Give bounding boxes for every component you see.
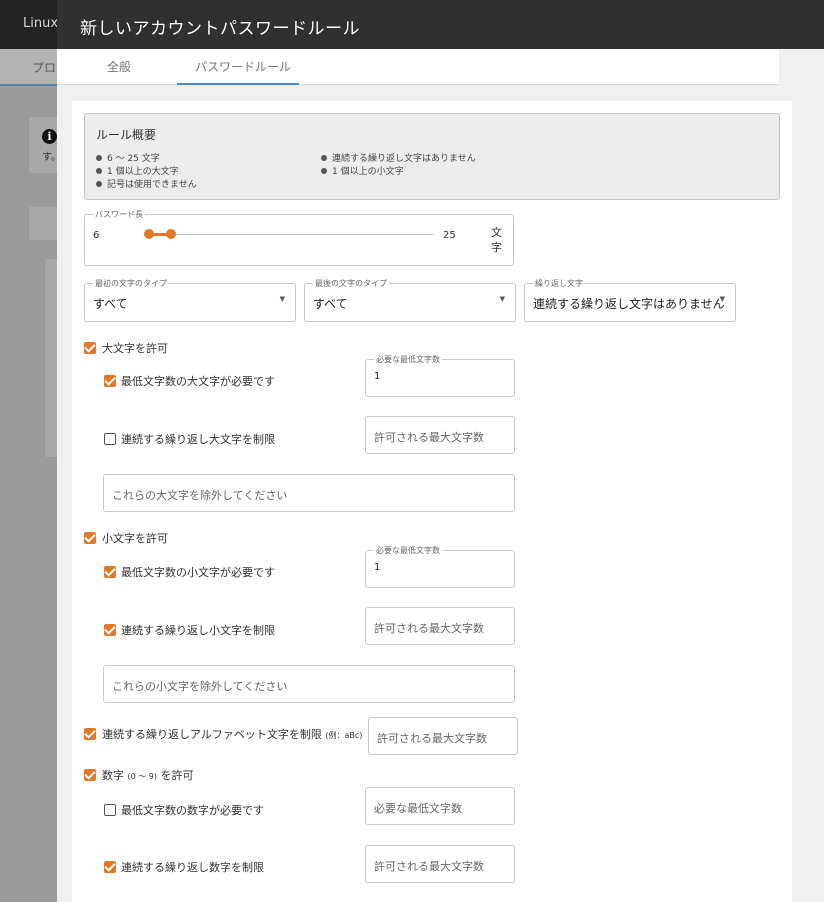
password-length-legend: パスワード長: [93, 209, 145, 220]
min-lowercase-legend: 必要な最低文字数: [374, 545, 442, 556]
chevron-down-icon: ▼: [499, 295, 505, 303]
limit-repeat-uppercase-label: 連続する繰り返し大文字を制限: [121, 433, 275, 446]
summary-item: 1 個以上の大文字: [96, 164, 179, 177]
exclude-lowercase-placeholder: これらの小文字を除外してください: [112, 680, 288, 693]
first-char-type-select[interactable]: 最初の文字のタイプ すべて ▼: [84, 278, 296, 322]
allow-digits-text: 数字: [102, 769, 124, 782]
limit-alpha-sequence-checkbox[interactable]: [84, 728, 96, 740]
limit-repeat-digits-checkbox[interactable]: [104, 861, 116, 873]
summary-item: 連続する繰り返し文字はありません: [321, 151, 476, 164]
limit-repeat-uppercase-checkbox[interactable]: [104, 433, 116, 445]
summary-item: 1 個以上の小文字: [321, 164, 404, 177]
max-repeat-lowercase-placeholder: 許可される最大文字数: [374, 622, 484, 635]
background-tab: プロ: [32, 61, 57, 75]
min-uppercase-input[interactable]: 必要な最低文字数 1: [365, 354, 515, 397]
allow-lowercase-label: 小文字を許可: [102, 532, 168, 545]
exclude-uppercase-input[interactable]: これらの大文字を除外してください: [103, 474, 515, 512]
length-min-value: 6: [93, 230, 100, 241]
info-icon: i: [42, 129, 57, 144]
min-uppercase-legend: 必要な最低文字数: [374, 354, 442, 365]
repeat-chars-value: 連続する繰り返し文字はありません: [533, 297, 725, 311]
max-repeat-lowercase-input[interactable]: 許可される最大文字数: [365, 607, 515, 645]
min-lowercase-input[interactable]: 必要な最低文字数 1: [365, 545, 515, 588]
background-app-title: Linux: [23, 16, 59, 31]
min-lowercase-value: 1: [374, 562, 381, 573]
chevron-down-icon: ▼: [279, 295, 285, 303]
length-max-value: 25: [443, 230, 456, 241]
length-slider-max-handle[interactable]: [166, 229, 176, 239]
min-digits-input[interactable]: 必要な最低文字数: [365, 787, 515, 825]
background-tab-underline: [0, 84, 60, 86]
length-slider-track[interactable]: [149, 234, 433, 235]
last-char-type-value: すべて: [313, 297, 348, 311]
digits-range: (0 ～ 9): [127, 772, 158, 781]
require-min-lowercase-checkbox[interactable]: [104, 566, 116, 578]
max-repeat-uppercase-input[interactable]: 許可される最大文字数: [365, 416, 515, 454]
tab-general[interactable]: 全般: [107, 58, 131, 75]
max-alpha-sequence-placeholder: 許可される最大文字数: [377, 732, 487, 745]
require-min-uppercase-checkbox[interactable]: [104, 375, 116, 387]
first-char-type-value: すべて: [93, 297, 128, 311]
allow-digits-suffix: を許可: [160, 769, 194, 782]
tab-password-rules[interactable]: パスワードルール: [195, 58, 291, 75]
max-repeat-digits-input[interactable]: 許可される最大文字数: [365, 845, 515, 883]
last-char-type-select[interactable]: 最後の文字のタイプ すべて ▼: [304, 278, 516, 322]
dialog-tabbar: 全般 パスワードルール: [57, 49, 779, 85]
chevron-down-icon: ▼: [719, 295, 725, 303]
limit-repeat-lowercase-checkbox[interactable]: [104, 624, 116, 636]
alpha-sequence-example: (例：aBc): [325, 731, 363, 740]
summary-item: 記号は使用できません: [96, 177, 197, 190]
rule-summary: ルール概要 6 ～ 25 文字 1 個以上の大文字 記号は使用できません 連続す…: [84, 113, 780, 200]
last-char-type-legend: 最後の文字のタイプ: [313, 278, 389, 289]
dialog-header: 新しいアカウントパスワードルール: [57, 0, 824, 49]
allow-digits-checkbox[interactable]: [84, 769, 96, 781]
rules-panel: ルール概要 6 ～ 25 文字 1 個以上の大文字 記号は使用できません 連続す…: [72, 101, 792, 902]
length-unit: 文字: [491, 226, 502, 254]
password-length-field: パスワード長 6 25 文字: [84, 209, 514, 266]
limit-repeat-lowercase-label: 連続する繰り返し小文字を制限: [121, 624, 275, 637]
allow-lowercase-checkbox[interactable]: [84, 532, 96, 544]
require-min-digits-label: 最低文字数の数字が必要です: [121, 804, 264, 817]
allow-digits-label: 数字 (0 ～ 9) を許可: [102, 767, 194, 783]
exclude-lowercase-input[interactable]: これらの小文字を除外してください: [103, 665, 515, 703]
rule-summary-title: ルール概要: [96, 128, 157, 142]
max-repeat-digits-placeholder: 許可される最大文字数: [374, 860, 484, 873]
allow-uppercase-label: 大文字を許可: [102, 342, 168, 355]
active-tab-indicator: [177, 83, 299, 85]
dialog-title: 新しいアカウントパスワードルール: [80, 19, 360, 39]
min-digits-placeholder: 必要な最低文字数: [374, 802, 462, 815]
exclude-uppercase-placeholder: これらの大文字を除外してください: [112, 489, 288, 502]
limit-alpha-sequence-label: 連続する繰り返しアルファベット文字を制限 (例：aBc): [102, 726, 362, 742]
allow-uppercase-checkbox[interactable]: [84, 342, 96, 354]
repeat-chars-select[interactable]: 繰り返し文字 連続する繰り返し文字はありません ▼: [524, 278, 736, 322]
min-uppercase-value: 1: [374, 371, 381, 382]
require-min-uppercase-label: 最低文字数の大文字が必要です: [121, 375, 275, 388]
limit-alpha-sequence-text: 連続する繰り返しアルファベット文字を制限: [102, 728, 322, 741]
dialog-body: 全般 パスワードルール ルール概要 6 ～ 25 文字 1 個以上の大文字 記号…: [57, 49, 824, 902]
require-min-lowercase-label: 最低文字数の小文字が必要です: [121, 566, 275, 579]
limit-repeat-digits-label: 連続する繰り返し数字を制限: [121, 861, 264, 874]
repeat-chars-legend: 繰り返し文字: [533, 278, 585, 289]
summary-item: 6 ～ 25 文字: [96, 151, 160, 164]
max-repeat-uppercase-placeholder: 許可される最大文字数: [374, 431, 484, 444]
max-alpha-sequence-input[interactable]: 許可される最大文字数: [368, 717, 518, 755]
first-char-type-legend: 最初の文字のタイプ: [93, 278, 169, 289]
require-min-digits-checkbox[interactable]: [104, 804, 116, 816]
length-slider-min-handle[interactable]: [144, 229, 154, 239]
